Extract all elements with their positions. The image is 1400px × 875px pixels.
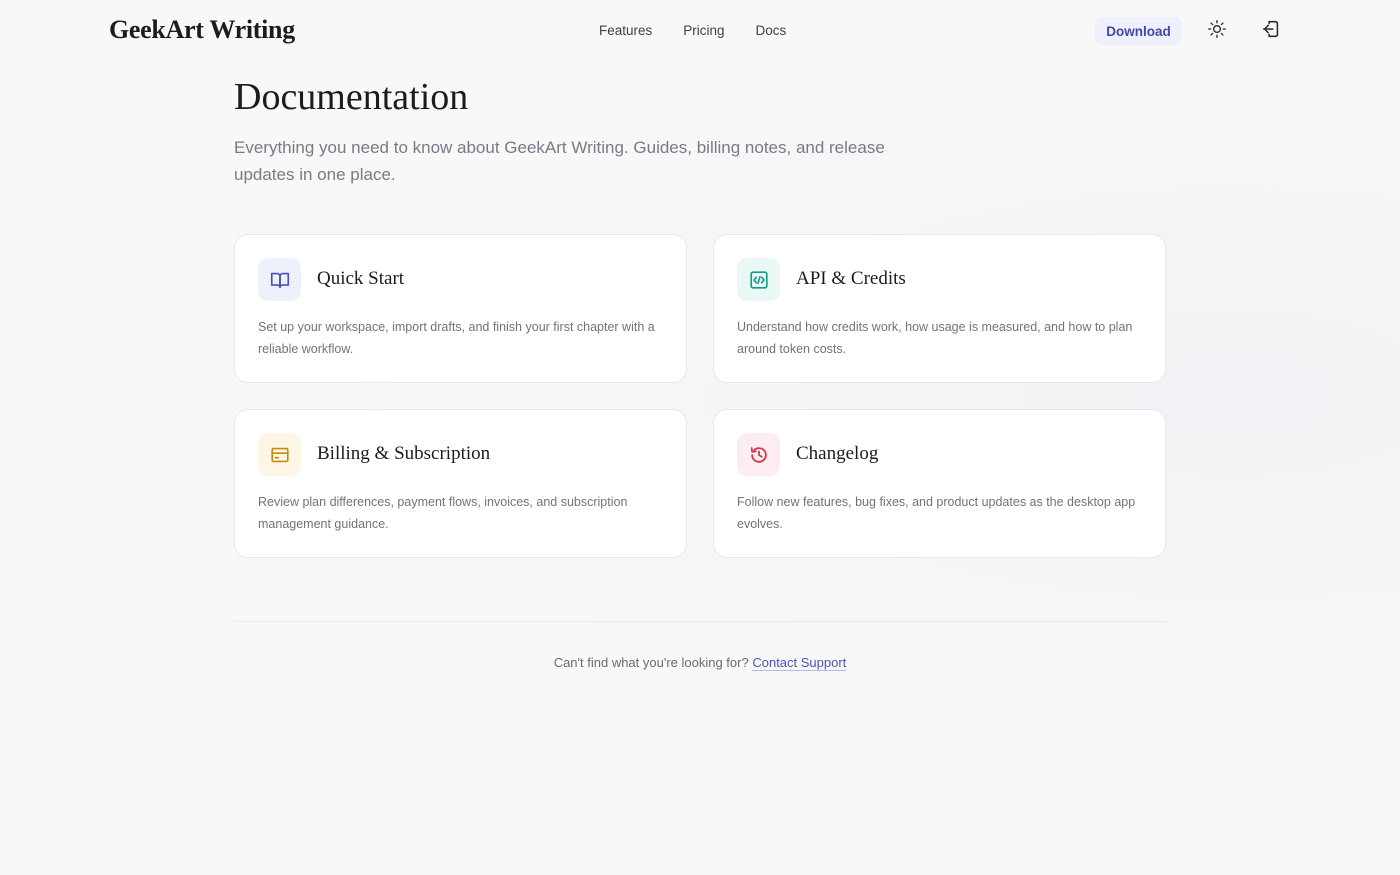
sign-in-icon: [1260, 18, 1282, 45]
login-button[interactable]: [1259, 19, 1283, 43]
brand-logo[interactable]: GeekArt Writing: [109, 15, 295, 45]
nav-link-pricing[interactable]: Pricing: [683, 23, 724, 38]
book-open-icon: [258, 258, 301, 301]
contact-support-link[interactable]: Contact Support: [752, 655, 847, 671]
doc-card-changelog[interactable]: Changelog Follow new features, bug fixes…: [713, 409, 1166, 558]
page-title: Documentation: [234, 76, 469, 118]
code-file-icon: [737, 258, 780, 301]
theme-toggle-button[interactable]: [1205, 19, 1229, 43]
card-title: Changelog: [796, 443, 879, 464]
sun-icon: [1207, 19, 1227, 44]
card-description: Understand how credits work, how usage i…: [737, 320, 1133, 356]
top-nav-bar: GeekArt Writing Features Pricing Docs Do…: [0, 0, 1400, 62]
history-icon: [737, 433, 780, 476]
card-description: Review plan differences, payment flows, …: [258, 495, 628, 531]
credit-card-icon: [258, 433, 301, 476]
nav-link-docs[interactable]: Docs: [756, 23, 787, 38]
help-footer: Can't find what you're looking for? Cont…: [0, 655, 1400, 671]
card-title: Quick Start: [317, 268, 405, 289]
card-title: Billing & Subscription: [317, 443, 491, 464]
docs-page: GeekArt Writing Features Pricing Docs Do…: [0, 0, 1400, 875]
doc-card-api-credits[interactable]: API & Credits Understand how credits wor…: [713, 234, 1166, 383]
help-prompt-text: Can't find what you're looking for?: [553, 655, 749, 670]
card-description: Set up your workspace, import drafts, an…: [258, 320, 655, 356]
doc-card-billing-subscription[interactable]: Billing & Subscription Review plan diffe…: [234, 409, 687, 558]
footer-divider: [234, 621, 1166, 622]
doc-card-quick-start[interactable]: Quick Start Set up your workspace, impor…: [234, 234, 687, 383]
download-button[interactable]: Download: [1095, 17, 1182, 45]
page-subtitle: Everything you need to know about GeekAr…: [234, 138, 885, 184]
nav-link-features[interactable]: Features: [599, 23, 652, 38]
card-title: API & Credits: [796, 268, 906, 289]
main-nav: Features Pricing Docs: [599, 23, 786, 38]
card-description: Follow new features, bug fixes, and prod…: [737, 495, 1136, 531]
